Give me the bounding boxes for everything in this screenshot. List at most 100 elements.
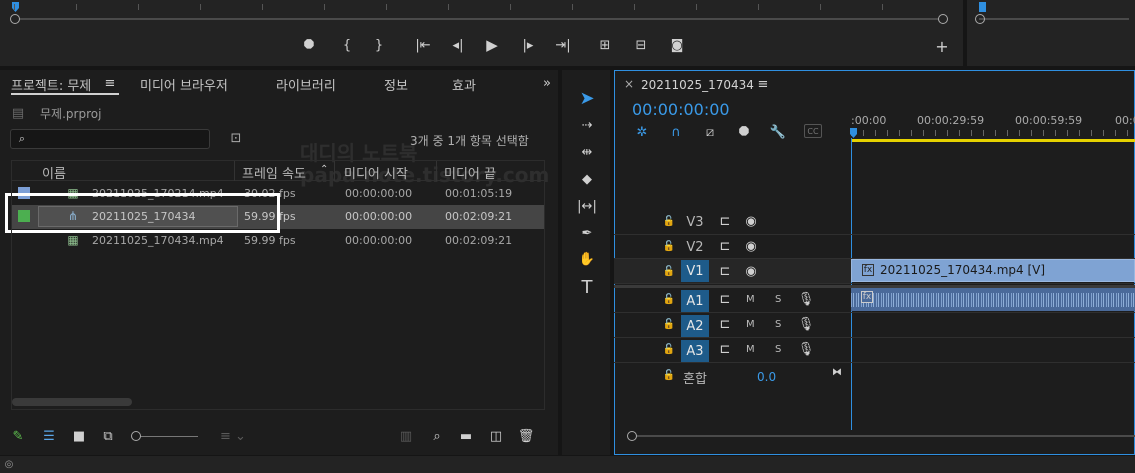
sequence-menu-icon[interactable]: ≡ <box>757 77 769 92</box>
lock-icon[interactable]: 🔓 <box>663 342 675 356</box>
automate-to-sequence-icon[interactable]: ▥ <box>398 428 414 444</box>
snap-icon[interactable]: ∩ <box>668 124 684 140</box>
step-forward-icon[interactable]: |▸ <box>520 38 536 53</box>
sort-icons-icon[interactable]: ≡ ⌄ <box>218 428 248 444</box>
close-sequence-icon[interactable]: × <box>624 77 634 91</box>
go-to-in-icon[interactable]: |⇤ <box>414 38 432 53</box>
find-icon[interactable]: ⌕ <box>430 428 444 444</box>
mix-value[interactable]: 0.0 <box>757 370 776 384</box>
track-a2[interactable]: A2 <box>681 315 709 337</box>
timecode-display[interactable]: 00:00:00:00 <box>632 100 730 119</box>
eye-icon[interactable]: ◉ <box>743 239 759 254</box>
timeline-scrollbar-track[interactable] <box>632 435 1135 437</box>
status-bar <box>0 455 1135 473</box>
extract-icon[interactable]: ⊟ <box>632 38 650 53</box>
hand-tool-icon[interactable]: ✋ <box>577 250 597 268</box>
mute-button[interactable]: M <box>746 319 755 330</box>
scrubber-start-handle[interactable] <box>10 14 20 24</box>
wrench-icon[interactable]: 🔧 <box>770 124 786 140</box>
source-playhead-marker[interactable] <box>979 2 986 12</box>
lock-icon[interactable]: 🔓 <box>663 317 675 331</box>
solo-button[interactable]: S <box>775 294 781 305</box>
go-to-end-icon[interactable]: ⧓ <box>829 366 845 378</box>
lock-icon[interactable]: 🔓 <box>663 214 675 228</box>
add-marker-icon[interactable]: ⯃ <box>737 124 751 140</box>
lock-icon[interactable]: 🔓 <box>663 264 675 278</box>
sync-lock-icon[interactable]: ⊏ <box>717 214 733 229</box>
add-button-icon[interactable]: + <box>934 37 950 56</box>
sync-lock-icon[interactable]: ⊏ <box>717 292 733 307</box>
source-handle[interactable] <box>975 14 985 24</box>
mark-in-icon[interactable]: { <box>340 38 354 53</box>
new-bin-icon[interactable]: ▬ <box>458 428 474 444</box>
sync-lock-icon[interactable]: ⊏ <box>717 317 733 332</box>
time-ruler[interactable]: :00:00 00:00:29:59 00:00:59:59 00:01:29:… <box>851 106 1135 142</box>
linked-selection-icon[interactable]: ⧄ <box>702 124 718 140</box>
razor-tool-icon[interactable]: ◆ <box>577 170 597 188</box>
selection-tool-icon[interactable]: ➤ <box>577 88 597 109</box>
tab-project[interactable]: 프로젝트: 무제 <box>11 75 91 94</box>
nest-icon[interactable]: ✲ <box>634 124 650 140</box>
microphone-icon[interactable]: 🎙 <box>798 317 815 332</box>
panel-menu-icon[interactable]: ≡ <box>104 76 116 91</box>
sequence-tab[interactable]: 20211025_170434 <box>641 78 754 92</box>
work-area-bar[interactable] <box>851 139 1135 142</box>
track-divider <box>614 337 1135 338</box>
video-clip[interactable]: fx 20211025_170434.mp4 [V] <box>851 259 1135 282</box>
slip-tool-icon[interactable]: |↔| <box>577 197 597 215</box>
mute-button[interactable]: M <box>746 294 755 305</box>
eye-icon[interactable]: ◉ <box>743 264 759 279</box>
track-select-tool-icon[interactable]: ⇢ <box>577 116 597 134</box>
mark-out-icon[interactable]: } <box>372 38 386 53</box>
export-frame-icon[interactable]: ◙ <box>668 38 686 53</box>
solo-button[interactable]: S <box>775 344 781 355</box>
go-to-out-icon[interactable]: ⇥| <box>554 38 572 53</box>
lock-icon[interactable]: 🔓 <box>663 292 675 306</box>
source-scrubber[interactable] <box>979 18 1129 20</box>
freeform-view-icon[interactable]: ⧉ <box>98 428 118 444</box>
monitor-scrubber[interactable] <box>14 18 944 20</box>
pencil-icon[interactable]: ✎ <box>10 428 26 444</box>
step-back-icon[interactable]: ◂| <box>450 38 466 53</box>
track-a3[interactable]: A3 <box>681 340 709 362</box>
more-tabs-icon[interactable]: » <box>540 76 554 91</box>
microphone-icon[interactable]: 🎙 <box>798 292 815 307</box>
tab-libraries[interactable]: 라이브러리 <box>276 75 336 94</box>
captions-icon[interactable]: CC <box>804 124 822 138</box>
zoom-slider-handle[interactable] <box>131 431 141 441</box>
eye-icon[interactable]: ◉ <box>743 214 759 229</box>
trash-icon[interactable]: 🗑 <box>518 428 535 444</box>
sync-lock-icon[interactable]: ⊏ <box>717 239 733 254</box>
sync-lock-icon[interactable]: ⊏ <box>717 342 733 357</box>
search-input[interactable] <box>31 131 206 147</box>
scrubber-end-handle[interactable] <box>938 14 948 24</box>
list-view-icon[interactable]: ☰ <box>40 428 58 444</box>
mute-button[interactable]: M <box>746 344 755 355</box>
ripple-edit-tool-icon[interactable]: ⇹ <box>577 143 597 161</box>
icon-view-icon[interactable]: ■ <box>72 428 86 444</box>
sync-lock-icon[interactable]: ⊏ <box>717 264 733 279</box>
lock-icon[interactable]: 🔓 <box>663 368 675 382</box>
lift-icon[interactable]: ⊞ <box>596 38 614 53</box>
add-marker-icon[interactable]: ⯃ <box>302 38 316 53</box>
tab-media-browser[interactable]: 미디어 브라우저 <box>140 75 228 94</box>
timeline-scrollbar-handle[interactable] <box>627 431 637 441</box>
sync-status-icon[interactable]: ◎ <box>2 458 16 470</box>
search-box[interactable]: ⌕ <box>10 129 210 149</box>
new-item-icon[interactable]: ◫ <box>488 428 504 444</box>
track-a1[interactable]: A1 <box>681 290 709 312</box>
play-icon[interactable]: ▶ <box>484 36 500 54</box>
find-bin-icon[interactable]: ⊡ <box>228 131 244 146</box>
audio-clip[interactable]: fx <box>851 288 1135 311</box>
microphone-icon[interactable]: 🎙 <box>798 342 815 357</box>
zoom-slider[interactable] <box>138 436 198 437</box>
track-v2[interactable]: V2 <box>681 236 709 258</box>
tab-info[interactable]: 정보 <box>384 75 408 94</box>
type-tool-icon[interactable]: T <box>577 277 597 298</box>
solo-button[interactable]: S <box>775 319 781 330</box>
pen-tool-icon[interactable]: ✒ <box>577 224 597 242</box>
tab-effects[interactable]: 효과 <box>452 75 476 94</box>
track-v1[interactable]: V1 <box>681 260 709 282</box>
track-v3[interactable]: V3 <box>681 211 709 233</box>
lock-icon[interactable]: 🔓 <box>663 239 675 253</box>
